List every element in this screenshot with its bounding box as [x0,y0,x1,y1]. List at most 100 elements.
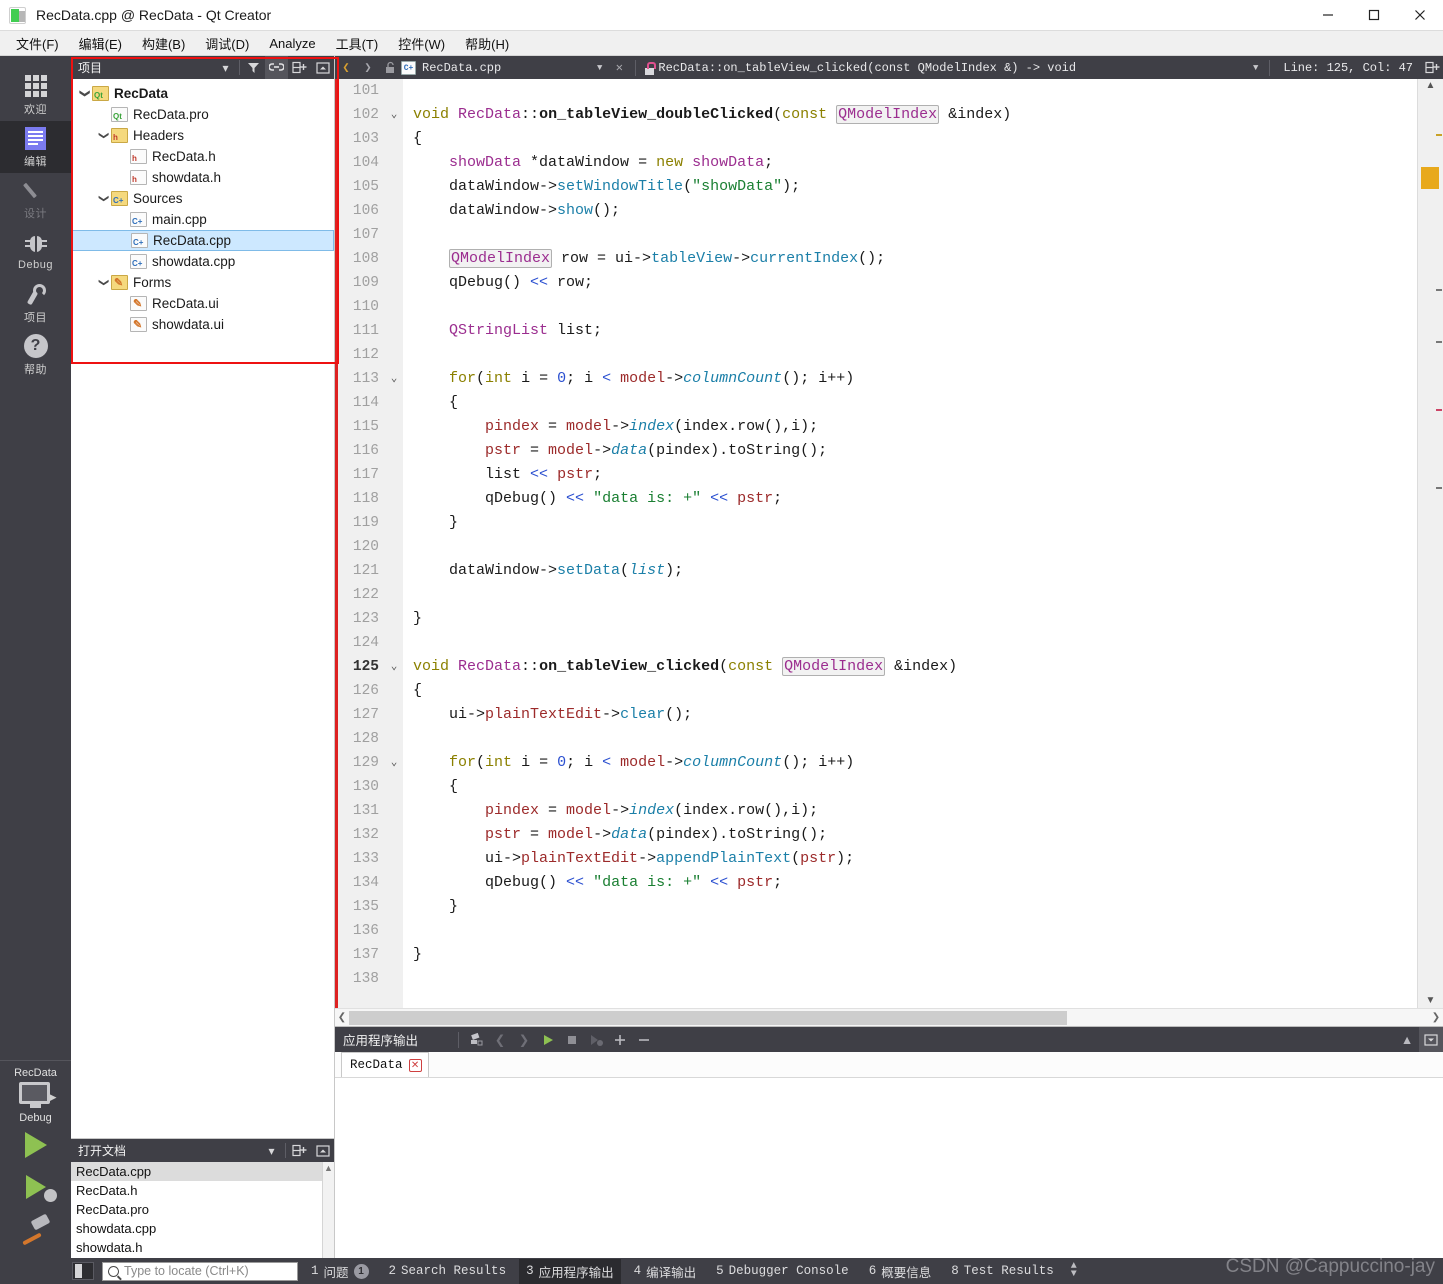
mode-button-help[interactable]: ? 帮助 [0,329,71,381]
lock-toggle-icon[interactable] [379,56,401,79]
output-pane-stepper[interactable]: ▲ ▼ [1071,1262,1077,1280]
code-line[interactable]: list << pstr; [413,463,1417,487]
code-line[interactable]: ui->plainTextEdit->clear(); [413,703,1417,727]
link-icon[interactable] [265,56,288,79]
project-tree[interactable]: ❯ Qt RecData Qt RecData.pro ❯ h Headers h RecData… [71,79,334,1138]
code-line[interactable] [413,295,1417,319]
mode-button-edit[interactable]: 编辑 [0,121,71,173]
code-line[interactable]: } [413,511,1417,535]
clear-output-icon[interactable] [464,1027,488,1052]
open-document-item[interactable]: RecData.pro [71,1200,334,1219]
code-line[interactable]: { [413,775,1417,799]
status-output-button[interactable]: 5 Debugger Console [709,1261,856,1281]
status-output-button[interactable]: 2 Search Results [382,1261,514,1281]
code-editor[interactable]: 101 102 103 104 105 106 107 108 109 110 111 112 113 1… [335,79,1443,1008]
menu-debug[interactable]: 调试(D) [195,31,259,56]
code-line[interactable]: dataWindow->setData(list); [413,559,1417,583]
locator-input[interactable]: Type to locate (Ctrl+K) [102,1261,298,1281]
menu-file[interactable]: 文件(F) [6,31,69,56]
run-button[interactable] [0,1124,71,1166]
scroll-up-icon[interactable]: ▲ [1418,79,1443,93]
filter-icon[interactable] [242,56,265,79]
code-line[interactable] [413,343,1417,367]
close-output-pane-icon[interactable] [1419,1027,1443,1052]
code-line[interactable]: pindex = model->index(index.row(),i); [413,799,1417,823]
menu-tools[interactable]: 工具(T) [326,31,389,56]
code-line[interactable]: void RecData::on_tableView_doubleClicked… [413,103,1417,127]
code-line[interactable]: { [413,679,1417,703]
editor-horizontal-scrollbar[interactable]: ❮ ❯ [335,1008,1443,1026]
scroll-left-icon[interactable]: ❮ [335,1012,349,1023]
menu-help[interactable]: 帮助(H) [455,31,519,56]
code-line[interactable]: qDebug() << "data is: +" << pstr; [413,487,1417,511]
mode-button-projects[interactable]: 项目 [0,277,71,329]
kit-selector[interactable]: RecData ▶ Debug [0,1060,71,1124]
file-dropdown-icon[interactable]: ▼ [597,63,602,73]
status-output-button[interactable]: 6 概要信息 [862,1259,939,1284]
status-output-button[interactable]: 4 编译输出 [627,1259,704,1284]
open-document-item[interactable]: showdata.cpp [71,1219,334,1238]
code-line[interactable] [413,535,1417,559]
filter-dropdown-icon[interactable]: ▾ [214,56,237,79]
tree-item-recdata-cpp[interactable]: C+ RecData.cpp [71,230,334,251]
status-output-button[interactable]: 3 应用程序输出 [519,1258,621,1284]
zoom-in-icon[interactable] [608,1027,632,1052]
code-line[interactable] [413,967,1417,991]
close-button[interactable] [1397,0,1443,30]
code-line[interactable]: qDebug() << "data is: +" << pstr; [413,871,1417,895]
menu-edit[interactable]: 编辑(E) [69,31,132,56]
code-line[interactable]: { [413,391,1417,415]
code-line[interactable]: } [413,895,1417,919]
tree-item-headers[interactable]: ❯ h Headers [71,125,334,146]
code-line[interactable]: dataWindow->show(); [413,199,1417,223]
open-documents-scrollbar[interactable]: ▲ [322,1162,334,1258]
fold-toggle-icon[interactable]: ⌄ [385,655,403,679]
code-line[interactable] [413,919,1417,943]
attach-debugger-icon[interactable] [584,1027,608,1052]
fold-marker-column[interactable]: ⌄ ⌄ ⌄ ⌄ [385,79,403,1008]
tree-item-showdata-ui[interactable]: ✎ showdata.ui [71,314,334,335]
close-panel-icon[interactable] [311,56,334,79]
code-line[interactable]: void RecData::on_tableView_clicked(const… [413,655,1417,679]
toggle-sidebar-button[interactable] [72,1262,94,1280]
editor-vertical-scrollbar[interactable]: ▲ ▼ [1417,79,1443,1008]
mode-button-debug[interactable]: Debug [0,225,71,277]
scroll-right-icon[interactable]: ❯ [1429,1012,1443,1023]
tree-item-forms[interactable]: ❯ ✎ Forms [71,272,334,293]
hscrollbar-thumb[interactable] [349,1010,1067,1025]
line-column-indicator[interactable]: Line: 125, Col: 47 [1275,61,1421,75]
open-documents-list[interactable]: ▲ RecData.cpp RecData.h RecData.pro showdat… [71,1162,334,1258]
code-line[interactable]: } [413,607,1417,631]
tree-item-recdata-ui[interactable]: ✎ RecData.ui [71,293,334,314]
scrollbar-thumb[interactable] [1421,167,1439,189]
stop-output-icon[interactable] [560,1027,584,1052]
symbol-dropdown-icon[interactable]: ▼ [1253,63,1258,73]
code-line[interactable]: dataWindow->setWindowTitle("showData"); [413,175,1417,199]
previous-item-icon[interactable]: ❮ [488,1027,512,1052]
maximize-output-icon[interactable]: ▲ [1395,1027,1419,1052]
next-item-icon[interactable]: ❯ [512,1027,536,1052]
minimize-button[interactable] [1305,0,1351,30]
close-document-icon[interactable]: ✕ [608,56,630,79]
code-line[interactable] [413,583,1417,607]
code-line[interactable]: { [413,127,1417,151]
run-output-icon[interactable] [536,1027,560,1052]
code-line[interactable]: showData *dataWindow = new showData; [413,151,1417,175]
chevron-down-icon[interactable]: ❯ [98,128,109,143]
tree-item-showdata-h[interactable]: h showdata.h [71,167,334,188]
output-tab-recdata[interactable]: RecData ✕ [341,1052,429,1077]
open-documents-dropdown-icon[interactable]: ▾ [260,1139,283,1162]
code-line[interactable]: pindex = model->index(index.row(),i); [413,415,1417,439]
scroll-down-icon[interactable]: ▼ [1418,994,1443,1008]
menu-analyze[interactable]: Analyze [259,33,325,54]
go-back-icon[interactable]: ❮ [335,56,357,79]
tree-item-sources[interactable]: ❯ C+ Sources [71,188,334,209]
mode-button-design[interactable]: 设计 [0,173,71,225]
open-document-item[interactable]: RecData.cpp [71,1162,334,1181]
code-line[interactable] [413,727,1417,751]
open-document-item[interactable]: RecData.h [71,1181,334,1200]
open-document-item[interactable]: showdata.h [71,1238,334,1257]
close-panel-icon[interactable] [311,1139,334,1162]
tree-item-recdata[interactable]: ❯ Qt RecData [71,83,334,104]
code-line[interactable]: QModelIndex row = ui->tableView->current… [413,247,1417,271]
